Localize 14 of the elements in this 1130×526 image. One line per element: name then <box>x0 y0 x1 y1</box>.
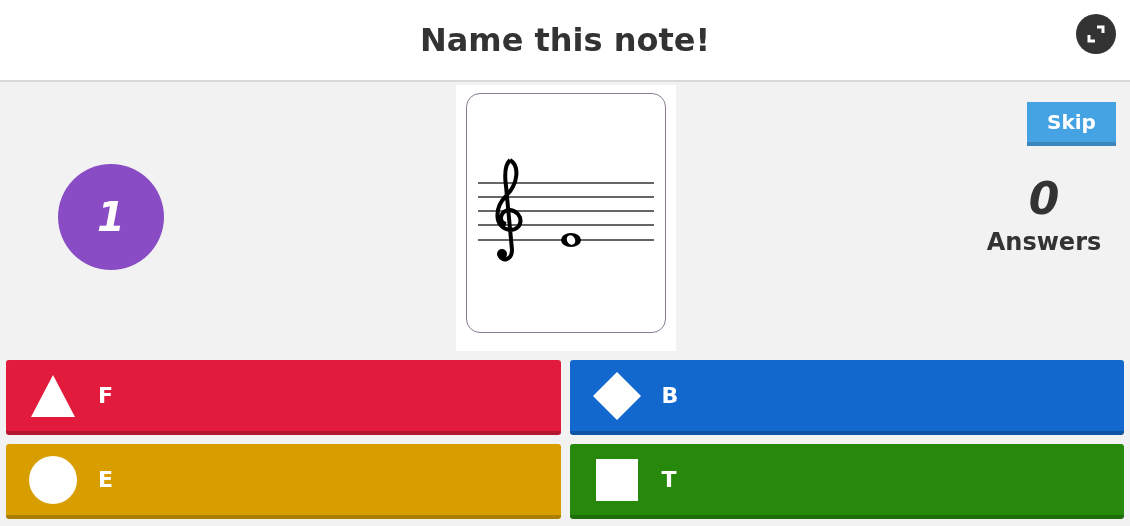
answer-option[interactable]: F <box>6 360 561 435</box>
answer-option[interactable]: E <box>6 444 561 519</box>
timer-number: 1 <box>97 193 125 242</box>
skip-button[interactable]: Skip <box>1027 102 1116 146</box>
diamond-icon <box>591 370 642 421</box>
answer-option[interactable]: T <box>569 444 1124 519</box>
circle-icon <box>29 455 77 504</box>
answer-count: 0 <box>1028 174 1060 224</box>
question-title: Name this note! <box>419 20 711 61</box>
expand-icon <box>1086 24 1106 44</box>
answer-option[interactable]: B <box>569 360 1124 435</box>
fullscreen-button[interactable] <box>1076 14 1116 54</box>
square-icon <box>595 458 638 501</box>
answers-label: Answers <box>986 227 1102 258</box>
